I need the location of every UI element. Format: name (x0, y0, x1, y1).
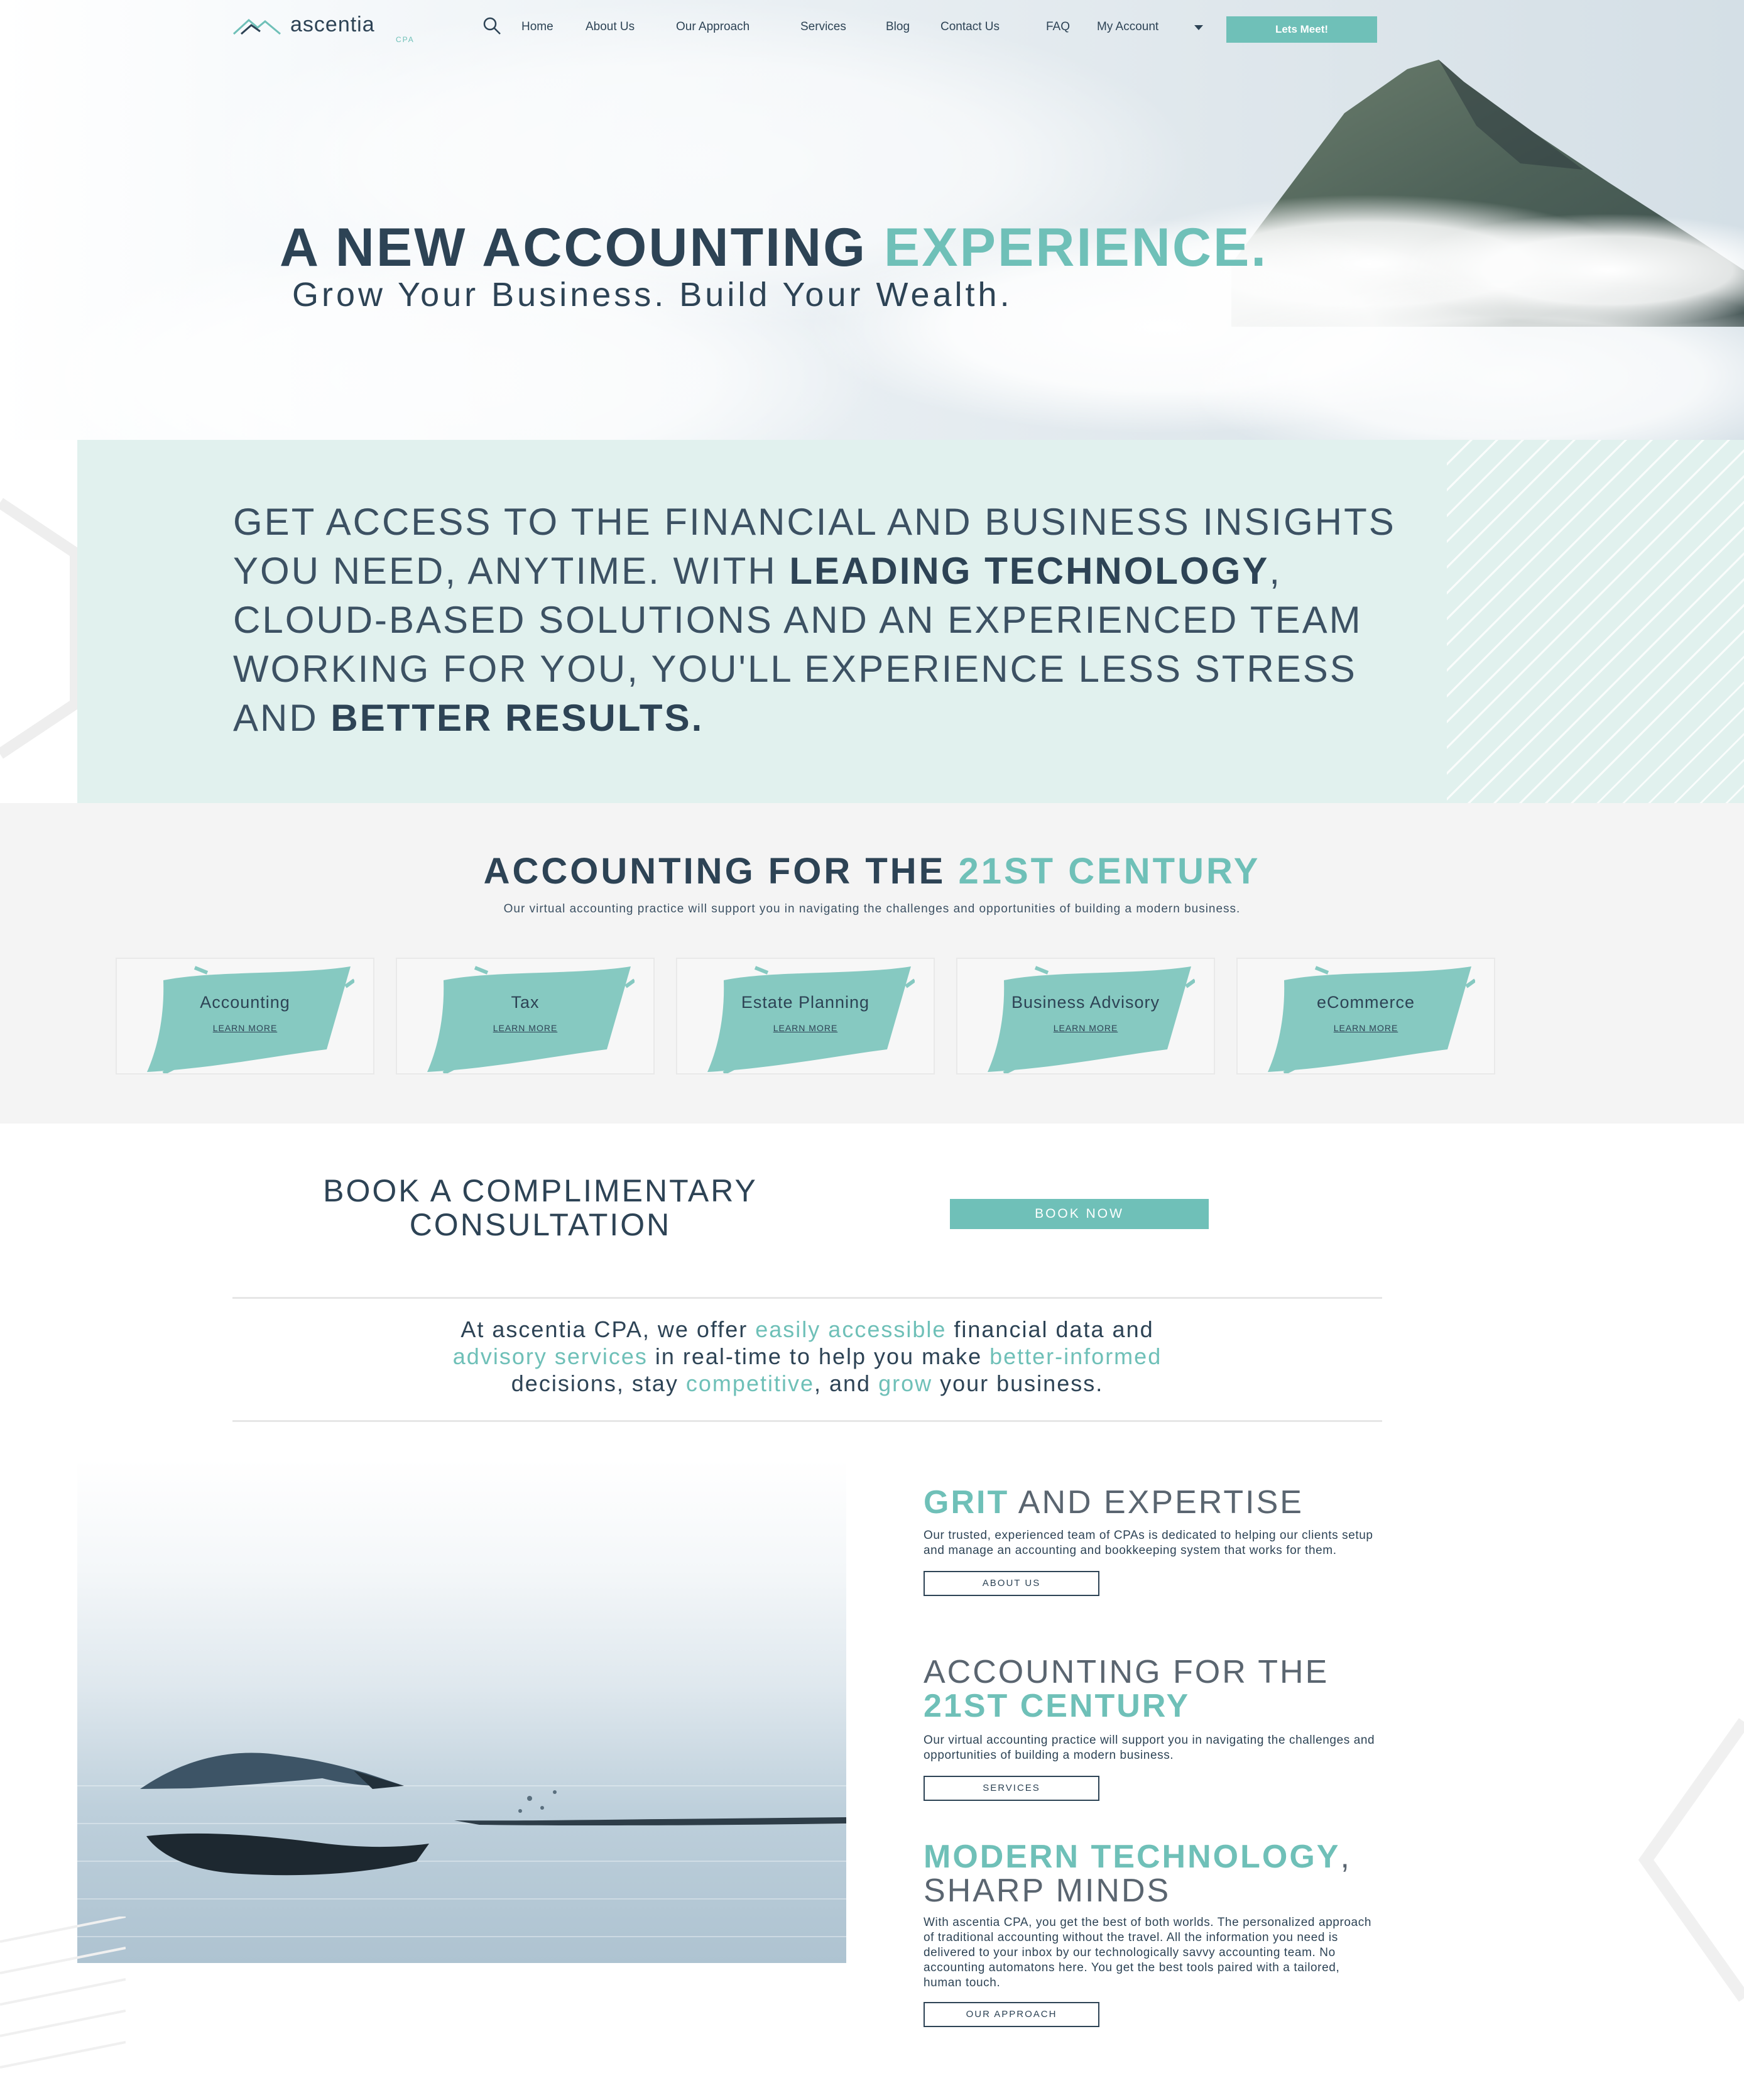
tech-block: MODERN TECHNOLOGY, SHARP MINDS With asce… (924, 1840, 1376, 2027)
learn-more-link[interactable]: LEARN MORE (1238, 1023, 1494, 1033)
offer-text: in real-time to help you make (647, 1343, 990, 1369)
grit-heading-accent: GRIT (924, 1484, 1010, 1521)
service-card-title: eCommerce (1316, 993, 1415, 1012)
brush-stroke-icon (988, 966, 1195, 1073)
logo-subtext: CPA (396, 35, 415, 44)
century-block: ACCOUNTING FOR THE 21ST CENTURY Our virt… (924, 1655, 1376, 1801)
chevron-down-icon[interactable] (1194, 24, 1204, 31)
tech-heading-line2: SHARP MINDS (924, 1873, 1171, 1909)
brush-stroke-icon (707, 966, 915, 1073)
hero-section: ascentia CPA Home About Us Our Approach … (0, 0, 1744, 440)
services-button[interactable]: SERVICES (924, 1776, 1099, 1801)
hero-subtitle: Grow Your Business. Build Your Wealth. (292, 276, 1013, 314)
offer-highlight: better-informed (989, 1343, 1162, 1369)
offer-text: financial data and (946, 1316, 1154, 1342)
offer-highlight: competitive (685, 1370, 814, 1396)
nav-faq[interactable]: FAQ (1046, 20, 1070, 34)
century-text: Our virtual accounting practice will sup… (924, 1734, 1375, 1762)
insights-section: Get access to the financial and business… (77, 440, 1744, 803)
brush-stroke-icon (427, 966, 635, 1073)
decorative-lines-bottom-left (0, 1917, 126, 2069)
offer-highlight: grow (878, 1370, 933, 1396)
grit-heading-rest: AND EXPERTISE (1009, 1484, 1304, 1521)
grit-heading: GRIT AND EXPERTISE (924, 1485, 1376, 1519)
service-card-title: Tax (511, 993, 540, 1012)
service-card-estate-planning[interactable]: Estate Planning LEARN MORE (676, 958, 935, 1075)
service-card-tax[interactable]: Tax LEARN MORE (396, 958, 655, 1075)
nav-blog[interactable]: Blog (886, 20, 910, 34)
hero-title-accent: EXPERIENCE. (883, 217, 1268, 278)
bird-over-water-image (77, 1459, 846, 1963)
tech-heading-comma: , (1340, 1839, 1351, 1875)
divider (232, 1297, 1382, 1299)
learn-more-link[interactable]: LEARN MORE (397, 1023, 653, 1033)
lets-meet-button[interactable]: Lets Meet! (1226, 16, 1377, 43)
service-card-title: Business Advisory (1011, 993, 1160, 1012)
offer-text: At ascentia CPA, we offer (461, 1316, 756, 1342)
offer-text: decisions, stay (511, 1370, 686, 1396)
services-title-main: ACCOUNTING FOR THE (483, 851, 946, 892)
nav-about-us[interactable]: About Us (586, 20, 635, 34)
book-title-line1: BOOK A COMPLIMENTARY (323, 1173, 758, 1208)
nav-services[interactable]: Services (800, 20, 846, 34)
tech-heading-accent: MODERN TECHNOLOGY (924, 1839, 1341, 1875)
services-title: ACCOUNTING FOR THE 21ST CENTURY (0, 850, 1744, 892)
learn-more-link[interactable]: LEARN MORE (677, 1023, 934, 1033)
book-now-button[interactable]: BOOK NOW (950, 1199, 1209, 1229)
insights-text: Get access to the financial and business… (233, 498, 1427, 743)
services-title-accent: 21ST CENTURY (958, 851, 1261, 892)
nav-home[interactable]: Home (521, 20, 553, 34)
top-nav: ascentia CPA Home About Us Our Approach … (232, 13, 1377, 44)
hero-title: A NEW ACCOUNTING EXPERIENCE. (0, 217, 1744, 279)
hero-title-main: A NEW ACCOUNTING (280, 217, 868, 278)
decorative-stripes (1447, 440, 1744, 803)
search-icon[interactable] (481, 15, 503, 36)
century-heading-line1: ACCOUNTING FOR THE (924, 1654, 1329, 1690)
offer-highlight: advisory services (452, 1343, 648, 1369)
nav-contact-us[interactable]: Contact Us (940, 20, 1000, 34)
nav-our-approach[interactable]: Our Approach (676, 20, 749, 34)
nav-my-account[interactable]: My Account (1097, 20, 1158, 34)
divider (232, 1420, 1382, 1422)
grit-text: Our trusted, experienced team of CPAs is… (924, 1529, 1373, 1557)
brush-stroke-icon (1268, 966, 1475, 1073)
our-approach-button[interactable]: OUR APPROACH (924, 2002, 1099, 2027)
insights-bold-better-results: better results. (330, 697, 704, 739)
offer-highlight: easily accessible (755, 1316, 947, 1342)
about-us-button[interactable]: ABOUT US (924, 1571, 1099, 1596)
decorative-lines-left (0, 498, 81, 759)
service-card-accounting[interactable]: Accounting LEARN MORE (116, 958, 374, 1075)
grit-block: GRIT AND EXPERTISE Our trusted, experien… (924, 1485, 1376, 1596)
brush-stroke-icon (147, 966, 354, 1073)
book-title-line2: CONSULTATION (409, 1207, 672, 1242)
offer-text: , and (814, 1370, 879, 1396)
service-card-title: Accounting (200, 993, 290, 1012)
logo-text[interactable]: ascentia (290, 13, 375, 37)
service-card-title: Estate Planning (741, 993, 870, 1012)
service-card-business-advisory[interactable]: Business Advisory LEARN MORE (956, 958, 1215, 1075)
tech-text: With ascentia CPA, you get the best of b… (924, 1916, 1371, 1989)
offer-statement: At ascentia CPA, we offer easily accessi… (232, 1316, 1382, 1397)
offer-text: your business. (932, 1370, 1104, 1396)
services-section: ACCOUNTING FOR THE 21ST CENTURY Our virt… (0, 803, 1744, 1124)
book-consultation-title: BOOK A COMPLIMENTARY CONSULTATION (264, 1174, 817, 1242)
decorative-lines-right (1638, 1718, 1744, 2002)
learn-more-link[interactable]: LEARN MORE (957, 1023, 1214, 1033)
services-subtitle: Our virtual accounting practice will sup… (503, 902, 1241, 916)
insights-bold-leading-technology: leading technology (789, 550, 1270, 592)
service-card-ecommerce[interactable]: eCommerce LEARN MORE (1236, 958, 1495, 1075)
learn-more-link[interactable]: LEARN MORE (117, 1023, 373, 1033)
logo-mountain-icon (232, 18, 281, 35)
century-heading-accent: 21ST CENTURY (924, 1688, 1191, 1724)
